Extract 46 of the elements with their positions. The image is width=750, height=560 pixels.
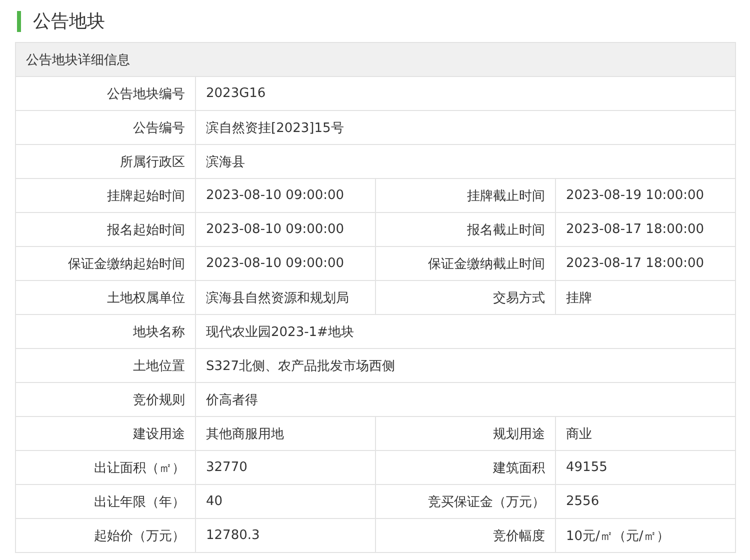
field-label: 建设用途 <box>16 416 196 450</box>
field-label: 挂牌起始时间 <box>16 178 196 212</box>
field-value: 滨海县自然资源和规划局 <box>196 280 376 314</box>
field-value: 2556 <box>556 484 736 518</box>
field-value: 10元/㎡（元/㎡） <box>556 518 736 552</box>
field-label: 建筑面积 <box>376 450 556 484</box>
field-value: 2023G16 <box>196 76 736 110</box>
field-label: 竞价规则 <box>16 382 196 416</box>
field-label: 公告编号 <box>16 110 196 144</box>
field-value: 2023-08-10 09:00:00 <box>196 246 376 280</box>
field-value: 12780.3 <box>196 518 376 552</box>
section-title: 公告地块 <box>33 10 105 33</box>
field-value: 32770 <box>196 450 376 484</box>
field-label: 竞买保证金（万元） <box>376 484 556 518</box>
field-value: 价高者得 <box>196 382 736 416</box>
field-value: 2023-08-10 09:00:00 <box>196 178 376 212</box>
field-value: 40 <box>196 484 376 518</box>
field-value: 滨自然资挂[2023]15号 <box>196 110 736 144</box>
field-label: 报名截止时间 <box>376 212 556 246</box>
field-value: 滨海县 <box>196 144 736 178</box>
table-heading: 公告地块详细信息 <box>16 42 736 76</box>
field-value: 其他商服用地 <box>196 416 376 450</box>
field-value: 49155 <box>556 450 736 484</box>
field-label: 保证金缴纳起始时间 <box>16 246 196 280</box>
field-label: 公告地块编号 <box>16 76 196 110</box>
field-label: 出让面积（㎡） <box>16 450 196 484</box>
field-label: 地块名称 <box>16 314 196 348</box>
field-label: 规划用途 <box>376 416 556 450</box>
field-value: 商业 <box>556 416 736 450</box>
field-label: 土地权属单位 <box>16 280 196 314</box>
field-label: 交易方式 <box>376 280 556 314</box>
field-label: 报名起始时间 <box>16 212 196 246</box>
field-label: 竞价幅度 <box>376 518 556 552</box>
field-label: 保证金缴纳截止时间 <box>376 246 556 280</box>
field-value: 2023-08-19 10:00:00 <box>556 178 736 212</box>
field-value: 2023-08-17 18:00:00 <box>556 212 736 246</box>
field-value: 2023-08-10 09:00:00 <box>196 212 376 246</box>
field-label: 挂牌截止时间 <box>376 178 556 212</box>
field-value: S327北侧、农产品批发市场西侧 <box>196 348 736 382</box>
field-label: 出让年限（年） <box>16 484 196 518</box>
field-label: 土地位置 <box>16 348 196 382</box>
field-label: 起始价（万元） <box>16 518 196 552</box>
field-label: 所属行政区 <box>16 144 196 178</box>
field-value: 现代农业园2023-1#地块 <box>196 314 736 348</box>
field-value: 2023-08-17 18:00:00 <box>556 246 736 280</box>
field-value: 挂牌 <box>556 280 736 314</box>
